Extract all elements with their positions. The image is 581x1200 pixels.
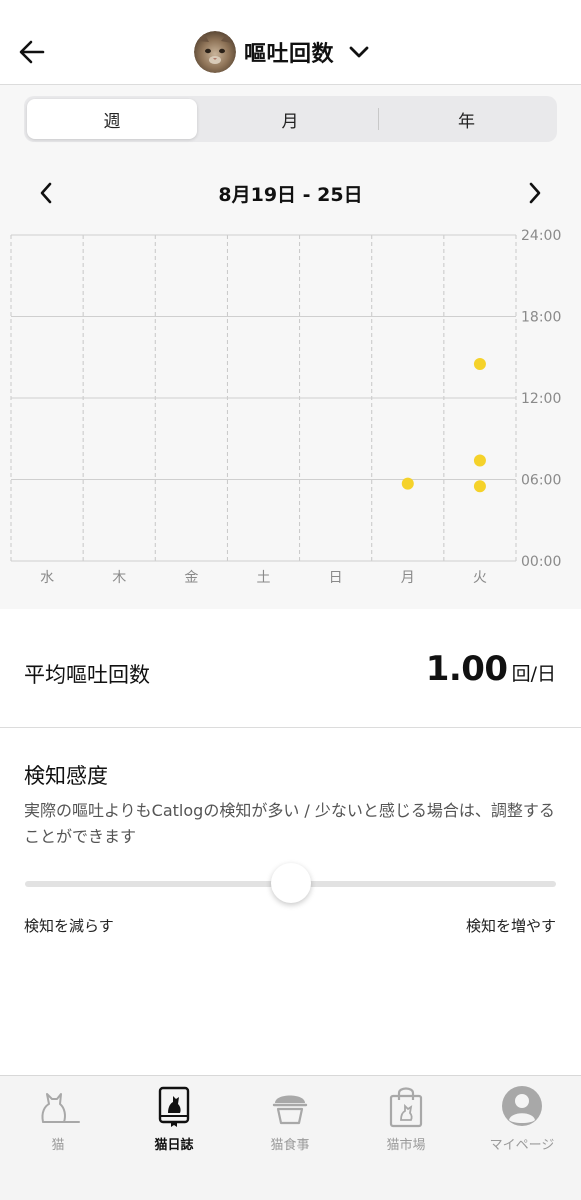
tab-label: マイページ xyxy=(489,1138,555,1153)
tab-label: 猫 xyxy=(51,1138,65,1153)
diary-icon xyxy=(151,1084,197,1128)
y-tick-label: 12:00 xyxy=(521,391,561,407)
x-tick-label: 木 xyxy=(112,570,126,586)
average-number: 1.00 xyxy=(425,649,508,689)
data-point xyxy=(473,480,486,493)
pet-selector[interactable]: 嘔吐回数 xyxy=(194,30,370,74)
x-tick-label: 火 xyxy=(473,570,487,586)
sensitivity-title: 検知感度 xyxy=(24,764,108,788)
chevron-down-icon[interactable] xyxy=(348,45,370,59)
average-unit: 回/日 xyxy=(511,663,556,685)
x-tick-label: 水 xyxy=(40,570,54,586)
back-button[interactable] xyxy=(14,34,50,70)
x-tick-label: 金 xyxy=(184,570,198,586)
slider-min-label: 検知を減らす xyxy=(24,917,114,935)
x-tick-label: 日 xyxy=(329,570,343,586)
tab-mypage[interactable]: マイページ xyxy=(472,1084,572,1164)
header: 嘔吐回数 xyxy=(0,0,581,85)
average-row: 平均嘔吐回数 1.00 回/日 xyxy=(0,609,581,728)
shopping-bag-icon xyxy=(383,1084,429,1128)
sensitivity-slider-thumb[interactable] xyxy=(270,863,311,903)
slider-max-label: 検知を増やす xyxy=(465,917,556,935)
y-tick-label: 24:00 xyxy=(521,228,561,244)
x-tick-label: 土 xyxy=(257,570,271,586)
data-point xyxy=(473,454,486,467)
vomit-time-scatter-chart: 00:00 06:00 12:00 18:00 24:00 水 木 金 土 日 月 火 xyxy=(10,228,561,586)
page-title: 嘔吐回数 xyxy=(244,42,335,67)
tab-label: 猫日誌 xyxy=(154,1138,194,1153)
y-tick-label: 18:00 xyxy=(521,310,561,326)
cat-icon xyxy=(35,1084,81,1128)
cat-avatar xyxy=(194,31,236,73)
tab-label: 猫食事 xyxy=(270,1138,310,1153)
tab-label: 猫市場 xyxy=(386,1138,426,1153)
average-label: 平均嘔吐回数 xyxy=(24,663,150,687)
tab-market[interactable]: 猫市場 xyxy=(356,1084,456,1164)
arrow-left-icon xyxy=(19,40,45,64)
chart-panel: 週 月 年 8月19日 - 25日 00:00 06:00 12:00 18:00 24… xyxy=(0,85,581,609)
tab-diary[interactable]: 猫日誌 xyxy=(124,1084,224,1164)
data-point xyxy=(401,477,414,490)
x-tick-label: 月 xyxy=(401,570,415,586)
bottom-tab-bar: 猫 猫日誌 猫食事 猫市場 マイページ xyxy=(0,1075,581,1200)
food-bowl-icon xyxy=(267,1084,313,1128)
data-point xyxy=(473,358,486,371)
y-tick-label: 00:00 xyxy=(521,554,561,570)
average-value: 1.00 回/日 xyxy=(426,649,556,689)
tab-food[interactable]: 猫食事 xyxy=(240,1084,340,1164)
tab-cat[interactable]: 猫 xyxy=(8,1084,108,1164)
sensitivity-description: 実際の嘔吐よりもCatlogの検知が多い / 少ないと感じる場合は、調整すること… xyxy=(24,801,555,846)
user-icon xyxy=(499,1084,545,1128)
y-tick-label: 06:00 xyxy=(521,473,561,489)
